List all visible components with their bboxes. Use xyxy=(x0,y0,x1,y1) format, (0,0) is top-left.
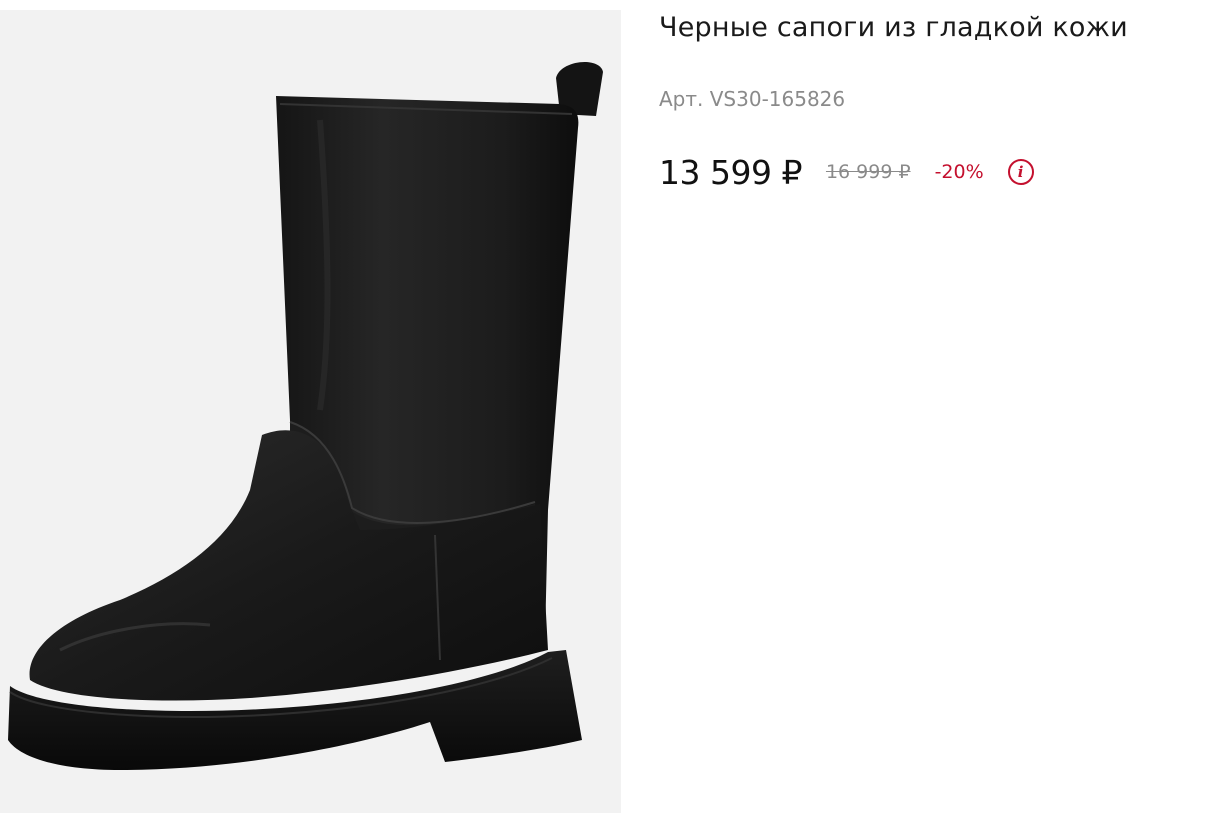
price-current: 13 599 ₽ xyxy=(659,152,802,192)
info-icon-glyph: i xyxy=(1017,162,1024,181)
product-article: Арт. VS30-165826 xyxy=(659,87,846,111)
boot-image xyxy=(0,10,621,813)
product-title: Черные сапоги из гладкой кожи xyxy=(659,12,1128,43)
product-page: Черные сапоги из гладкой кожи Арт. VS30-… xyxy=(0,0,1215,813)
price-row: 13 599 ₽ 16 999 ₽ -20% i xyxy=(659,148,1034,196)
info-icon[interactable]: i xyxy=(1007,159,1034,185)
product-image[interactable] xyxy=(0,10,621,813)
discount-badge: -20% xyxy=(934,161,984,183)
price-old: 16 999 ₽ xyxy=(825,161,911,183)
